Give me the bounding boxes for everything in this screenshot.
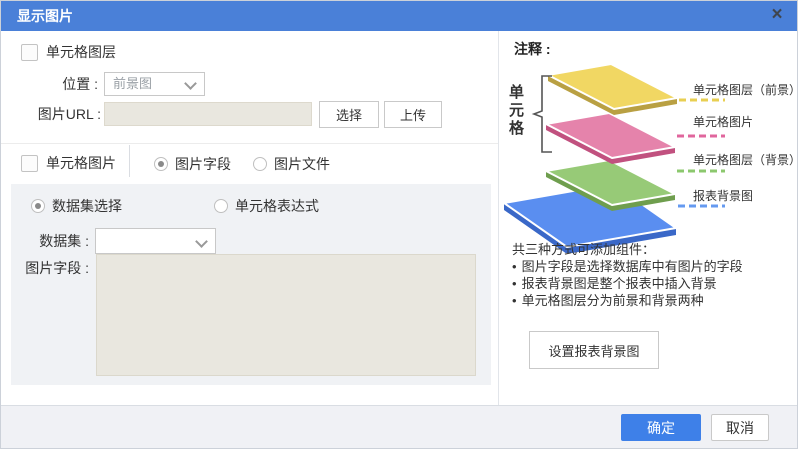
image-field-panel: 数据集选择 单元格表达式 数据集 : 图片字段 : — [11, 184, 491, 385]
tip-text: 报表背景图是整个报表中插入背景 — [522, 275, 717, 292]
image-url-label: 图片URL : — [1, 101, 101, 128]
radio-image-file-label: 图片文件 — [274, 154, 330, 174]
bracket-char: 元 — [509, 102, 524, 119]
annotation-panel: 注释 : 单 元 格 单元格图层（前景） — [499, 31, 798, 405]
tip-text: 单元格图层分为前景和背景两种 — [522, 292, 704, 309]
tips-heading: 共三种方式可添加组件： — [512, 241, 794, 258]
dataset-select[interactable] — [95, 228, 216, 254]
radio-cell-expression[interactable]: 单元格表达式 — [214, 196, 319, 216]
display-image-dialog: 显示图片 × 单元格图层 位置 : 前景图 图片URL : 选择 上传 单元格图… — [0, 0, 798, 449]
tip-item: • 图片字段是选择数据库中有图片的字段 — [512, 258, 794, 275]
radio-cell-expression-label: 单元格表达式 — [235, 196, 319, 216]
cell-image-checkbox-row: 单元格图片 — [21, 153, 116, 173]
cell-layer-label: 单元格图层 — [46, 42, 116, 62]
layer-label-image: 单元格图片 — [693, 114, 753, 129]
set-report-background-button[interactable]: 设置报表背景图 — [529, 331, 659, 369]
radio-cell-expression-dot[interactable] — [214, 199, 228, 213]
cancel-button[interactable]: 取消 — [711, 414, 769, 441]
radio-dataset-label: 数据集选择 — [52, 196, 122, 216]
radio-image-field[interactable]: 图片字段 — [154, 154, 231, 174]
cell-layer-checkbox-row: 单元格图层 — [21, 42, 116, 62]
image-field-label: 图片字段 : — [11, 256, 89, 280]
tip-item: • 报表背景图是整个报表中插入背景 — [512, 275, 794, 292]
tip-text: 图片字段是选择数据库中有图片的字段 — [522, 258, 743, 275]
settings-panel: 单元格图层 位置 : 前景图 图片URL : 选择 上传 单元格图片 图片字段 … — [1, 31, 499, 405]
position-label: 位置 : — [1, 72, 98, 96]
close-icon[interactable]: × — [763, 1, 791, 31]
image-url-input[interactable] — [104, 102, 312, 126]
titlebar: 显示图片 × — [1, 1, 797, 31]
radio-image-file-dot[interactable] — [253, 157, 267, 171]
cell-layer-checkbox[interactable] — [21, 44, 38, 61]
layers-diagram: 单 元 格 单元格图层（前景） 单元格图片 单元格图层（背景） 报表背景图 — [499, 53, 798, 253]
radio-dataset-select[interactable]: 数据集选择 — [31, 196, 122, 216]
radio-image-field-label: 图片字段 — [175, 154, 231, 174]
select-button[interactable]: 选择 — [319, 101, 379, 128]
ok-button[interactable]: 确定 — [621, 414, 701, 441]
dataset-label: 数据集 : — [11, 228, 89, 254]
cell-image-checkbox[interactable] — [21, 155, 38, 172]
vertical-divider — [129, 145, 130, 177]
dialog-title: 显示图片 — [17, 1, 73, 31]
bracket-char: 单 — [509, 83, 524, 101]
radio-image-field-dot[interactable] — [154, 157, 168, 171]
cell-bracket — [534, 76, 552, 152]
bullet-icon: • — [512, 258, 517, 275]
tip-item: • 单元格图层分为前景和背景两种 — [512, 292, 794, 309]
layer-label-foreground: 单元格图层（前景） — [693, 82, 798, 97]
layer-label-background: 单元格图层（背景） — [693, 152, 798, 167]
chevron-down-icon — [195, 235, 208, 248]
radio-dataset-dot[interactable] — [31, 199, 45, 213]
layer-label-report-bg: 报表背景图 — [693, 188, 753, 203]
footer: 确定 取消 — [1, 405, 798, 449]
image-field-textarea[interactable] — [96, 254, 476, 376]
upload-button[interactable]: 上传 — [384, 101, 442, 128]
tips-block: 共三种方式可添加组件： • 图片字段是选择数据库中有图片的字段 • 报表背景图是… — [512, 241, 794, 309]
position-select[interactable]: 前景图 — [104, 72, 205, 96]
bracket-char: 格 — [509, 119, 525, 137]
bullet-icon: • — [512, 292, 517, 309]
horizontal-divider — [1, 143, 498, 144]
bullet-icon: • — [512, 275, 517, 292]
cell-image-label: 单元格图片 — [46, 153, 116, 173]
radio-image-file[interactable]: 图片文件 — [253, 154, 330, 174]
